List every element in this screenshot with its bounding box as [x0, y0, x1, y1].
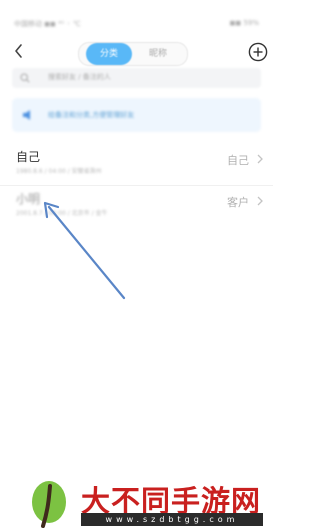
segmented-tabs: 分类 昵称	[78, 42, 188, 66]
search-input[interactable]: 搜索好友 / 备注的人	[12, 68, 261, 88]
tip-text: 给备注和分类,方便管理好友	[48, 111, 135, 119]
add-icon[interactable]	[248, 42, 268, 62]
contact-tag: 自己	[227, 154, 249, 167]
tab-nickname[interactable]: 昵称	[135, 43, 181, 65]
leaf-logo-icon	[32, 481, 66, 528]
search-placeholder: 搜索好友 / 备注的人	[48, 73, 111, 81]
chevron-right-icon	[257, 196, 263, 206]
contact-row-xiaoming[interactable]: 小明 2001.8.7 / 06:00 / 北京市 / 金牛 客户	[0, 186, 273, 226]
tab-category[interactable]: 分类	[86, 43, 132, 65]
chevron-right-icon	[257, 154, 263, 164]
status-bar-left: 中国移动 ◼◼ ⁴ᴳ ◦ ℃	[14, 20, 81, 28]
back-icon[interactable]	[10, 40, 28, 62]
search-icon	[20, 73, 30, 83]
speaker-icon	[23, 110, 30, 120]
contact-row-self[interactable]: 自己 1980.8.6 / 04:00 / 安徽省滁州 自己	[0, 144, 273, 184]
status-bar: 中国移动 ◼◼ ⁴ᴳ ◦ ℃ ◼◼ 59%	[0, 0, 273, 36]
contact-subtitle: 1980.8.6 / 04:00 / 安徽省滁州	[16, 168, 102, 175]
watermark-url: www.szdbtgg.com	[81, 513, 263, 526]
contact-subtitle: 2001.8.7 / 06:00 / 北京市 / 金牛	[16, 210, 108, 217]
tip-banner: 给备注和分类,方便管理好友	[12, 98, 261, 132]
contact-tag: 客户	[227, 196, 249, 209]
contact-name: 小明	[16, 192, 41, 206]
contact-name: 自己	[16, 150, 41, 164]
status-bar-right: ◼◼ 59%	[229, 19, 259, 27]
